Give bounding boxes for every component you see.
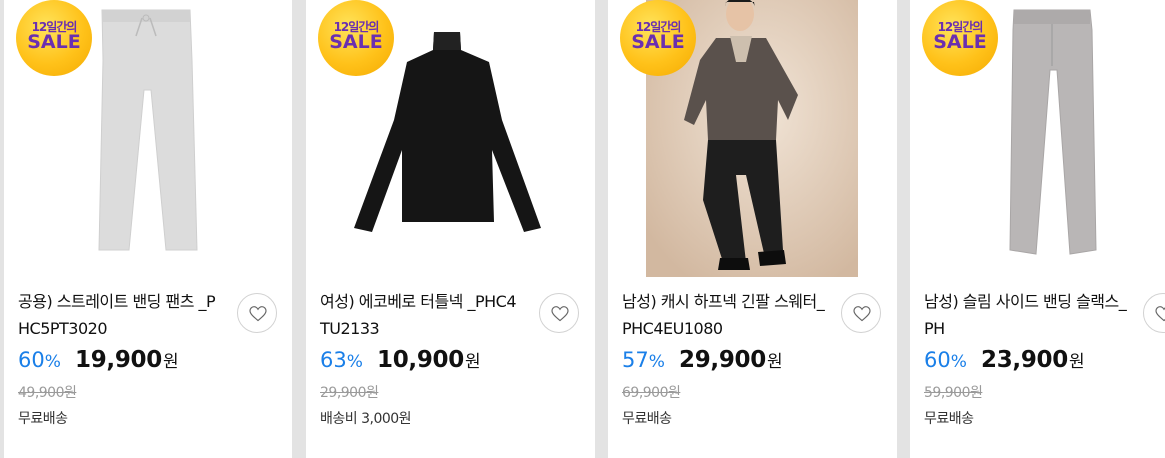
original-price: 59,900원	[924, 385, 983, 401]
heart-icon	[1155, 306, 1165, 322]
wishlist-button[interactable]	[841, 293, 881, 333]
product-image[interactable]: 12일간의 SALE	[306, 0, 595, 277]
product-image[interactable]: 12일간의 SALE	[910, 0, 1165, 277]
price-unit: 원	[1068, 352, 1085, 372]
sale-badge: 12일간의 SALE	[318, 0, 394, 76]
sale-badge-main: SALE	[933, 31, 987, 53]
shipping-info: 무료배송	[924, 411, 974, 427]
sale-price: 29,900	[678, 347, 766, 373]
heart-icon	[551, 306, 569, 322]
price-row: 63% 10,900원	[320, 347, 481, 373]
sale-price: 19,900	[74, 347, 162, 373]
heart-icon	[249, 306, 267, 322]
price-unit: 원	[162, 352, 179, 372]
discount-rate: 63	[320, 348, 347, 372]
discount-unit: %	[44, 352, 61, 372]
price-row: 60% 23,900원	[924, 347, 1085, 373]
sale-badge: 12일간의 SALE	[16, 0, 92, 76]
product-title[interactable]: 남성) 슬림 사이드 밴딩 슬랙스_PH	[924, 288, 1129, 342]
product-title[interactable]: 공용) 스트레이트 밴딩 팬츠 _PHC5PT3020	[18, 288, 223, 342]
discount-rate: 60	[924, 348, 951, 372]
shipping-info: 무료배송	[18, 411, 68, 427]
price-row: 60% 19,900원	[18, 347, 179, 373]
sale-badge-main: SALE	[27, 31, 81, 53]
discount-rate: 60	[18, 348, 45, 372]
wishlist-button[interactable]	[1143, 293, 1165, 333]
product-card[interactable]: 12일간의 SALE 공용) 스트레이트 밴딩 팬츠 _PHC5PT3020 6…	[4, 0, 292, 458]
shipping-info: 배송비 3,000원	[320, 411, 412, 427]
original-price: 49,900원	[18, 385, 77, 401]
wishlist-button[interactable]	[237, 293, 277, 333]
price-unit: 원	[464, 352, 481, 372]
sale-price: 23,900	[980, 347, 1068, 373]
discount-unit: %	[346, 352, 363, 372]
product-card[interactable]: 12일간의 SALE 남성) 캐시 하프넥 긴팔 스웨터_PHC4EU1080 …	[608, 0, 897, 458]
product-card[interactable]: 12일간의 SALE 남성) 슬림 사이드 밴딩 슬랙스_PH 60% 23,9…	[910, 0, 1165, 458]
discount-unit: %	[648, 352, 665, 372]
original-price: 29,900원	[320, 385, 379, 401]
product-title[interactable]: 여성) 에코베로 터틀넥 _PHC4TU2133	[320, 288, 525, 342]
price-unit: 원	[766, 352, 783, 372]
discount-unit: %	[950, 352, 967, 372]
sale-price: 10,900	[376, 347, 464, 373]
original-price: 69,900원	[622, 385, 681, 401]
sale-badge: 12일간의 SALE	[922, 0, 998, 76]
price-row: 57% 29,900원	[622, 347, 783, 373]
product-title[interactable]: 남성) 캐시 하프넥 긴팔 스웨터_PHC4EU1080	[622, 288, 827, 342]
product-image[interactable]: 12일간의 SALE	[608, 0, 897, 277]
heart-icon	[853, 306, 871, 322]
sale-badge-main: SALE	[631, 31, 685, 53]
discount-rate: 57	[622, 348, 649, 372]
wishlist-button[interactable]	[539, 293, 579, 333]
sale-badge-main: SALE	[329, 31, 383, 53]
shipping-info: 무료배송	[622, 411, 672, 427]
product-card[interactable]: 12일간의 SALE 여성) 에코베로 터틀넥 _PHC4TU2133 63% …	[306, 0, 595, 458]
product-image[interactable]: 12일간의 SALE	[4, 0, 292, 277]
sale-badge: 12일간의 SALE	[620, 0, 696, 76]
